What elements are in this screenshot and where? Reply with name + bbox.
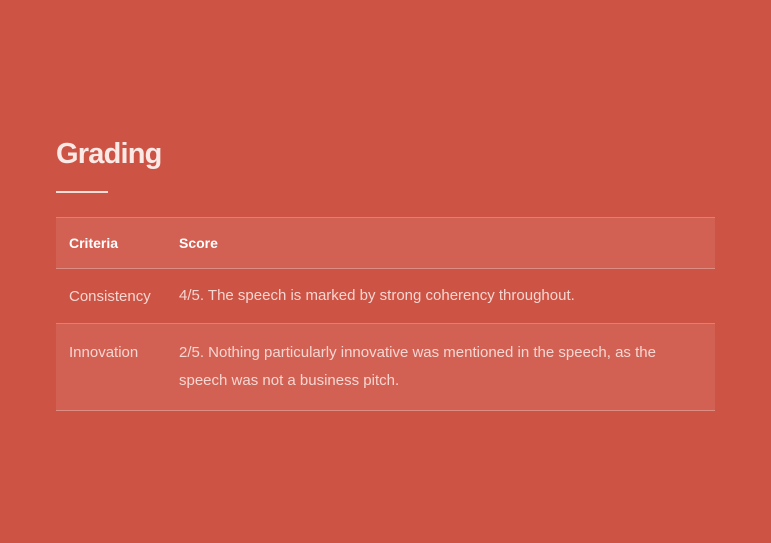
section-title: Grading [56, 138, 162, 170]
title-underline [56, 191, 108, 193]
grading-table: Criteria Score Consistency 4/5. The spee… [56, 217, 715, 411]
score-cell: 4/5. The speech is marked by strong cohe… [179, 287, 575, 304]
table-row: Consistency 4/5. The speech is marked by… [56, 269, 715, 324]
table-row: Innovation 2/5. Nothing particularly inn… [56, 324, 715, 411]
score-cell: 2/5. Nothing particularly innovative was… [179, 344, 656, 389]
column-header-criteria: Criteria [69, 235, 119, 251]
criteria-cell: Consistency [69, 287, 151, 305]
grading-section: Grading Criteria Score Consistency 4/5. … [56, 136, 715, 411]
criteria-cell: Innovation [69, 344, 139, 361]
column-header-score: Score [179, 235, 218, 251]
table-header-row: Criteria Score [56, 218, 715, 269]
